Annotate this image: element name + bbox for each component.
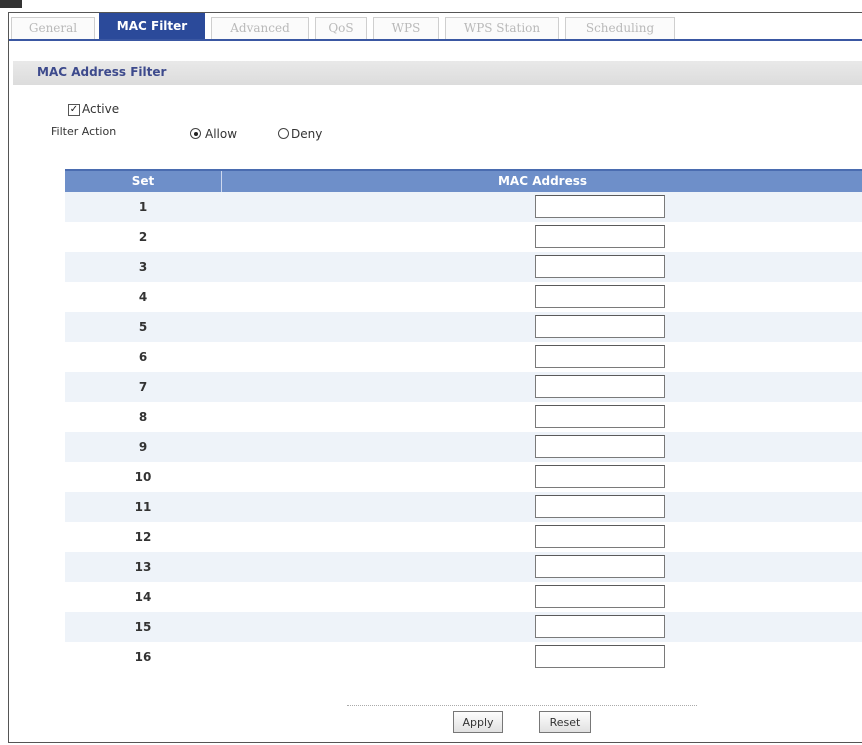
mac-address-input[interactable] [535, 345, 665, 368]
active-label: Active [82, 102, 120, 116]
set-number: 7 [138, 380, 148, 394]
table-row: 15 [65, 612, 862, 642]
figure-label-fragment [0, 0, 22, 8]
set-number: 10 [134, 470, 152, 484]
table-body: 1 2 3 4 5 6 7 8 9 10 11 12 13 14 15 16 [65, 192, 862, 672]
table-row: 10 [65, 462, 862, 492]
tab-mac-filter[interactable]: MAC Filter [99, 13, 205, 39]
tab-advanced[interactable]: Advanced [211, 17, 309, 39]
table-row: 16 [65, 642, 862, 672]
mac-address-input[interactable] [535, 495, 665, 518]
set-number: 4 [138, 290, 148, 304]
tab-bar: General MAC Filter Advanced QoS WPS WPS … [9, 13, 862, 41]
radio-selected-dot [193, 131, 198, 136]
column-header-mac-address: MAC Address [497, 174, 588, 188]
mac-address-input[interactable] [535, 615, 665, 638]
set-number: 5 [138, 320, 148, 334]
set-number: 12 [134, 530, 152, 544]
mac-address-input[interactable] [535, 405, 665, 428]
set-number: 13 [134, 560, 152, 574]
mac-address-input[interactable] [535, 375, 665, 398]
table-header: Set MAC Address [65, 169, 862, 192]
set-number: 1 [138, 200, 148, 214]
mac-address-input[interactable] [535, 225, 665, 248]
table-row: 5 [65, 312, 862, 342]
set-number: 8 [138, 410, 148, 424]
tab-qos[interactable]: QoS [315, 17, 367, 39]
mac-address-input[interactable] [535, 555, 665, 578]
table-row: 1 [65, 192, 862, 222]
mac-address-input[interactable] [535, 585, 665, 608]
allow-radio[interactable] [190, 128, 201, 139]
table-row: 4 [65, 282, 862, 312]
table-row: 2 [65, 222, 862, 252]
mac-address-input[interactable] [535, 525, 665, 548]
filter-action-label: Filter Action [51, 125, 117, 138]
mac-address-input[interactable] [535, 195, 665, 218]
mac-address-input[interactable] [535, 255, 665, 278]
mac-address-table: Set MAC Address 1 2 3 4 5 6 7 8 9 10 11 12 13 14 15 16 [65, 169, 862, 672]
tab-general[interactable]: General [11, 17, 95, 39]
deny-label: Deny [291, 127, 323, 141]
table-row: 8 [65, 402, 862, 432]
mac-address-input[interactable] [535, 435, 665, 458]
table-row: 7 [65, 372, 862, 402]
reset-button[interactable]: Reset [539, 711, 591, 733]
column-header-set: Set [131, 174, 155, 188]
mac-filter-panel: General MAC Filter Advanced QoS WPS WPS … [8, 12, 862, 743]
apply-button[interactable]: Apply [453, 711, 503, 733]
tab-wps[interactable]: WPS [373, 17, 439, 39]
table-row: 9 [65, 432, 862, 462]
tab-scheduling[interactable]: Scheduling [565, 17, 675, 39]
mac-address-input[interactable] [535, 465, 665, 488]
deny-radio[interactable] [278, 128, 289, 139]
table-row: 13 [65, 552, 862, 582]
tab-wps-station[interactable]: WPS Station [445, 17, 559, 39]
mac-address-input[interactable] [535, 285, 665, 308]
table-row: 14 [65, 582, 862, 612]
table-row: 3 [65, 252, 862, 282]
set-number: 16 [134, 650, 152, 664]
set-number: 11 [134, 500, 152, 514]
set-number: 14 [134, 590, 152, 604]
divider-line [347, 705, 697, 706]
section-title: MAC Address Filter [37, 65, 167, 79]
set-number: 15 [134, 620, 152, 634]
set-number: 6 [138, 350, 148, 364]
section-header: MAC Address Filter [13, 61, 862, 85]
active-checkbox[interactable]: ✓ [68, 104, 80, 116]
mac-address-input[interactable] [535, 315, 665, 338]
mac-address-input[interactable] [535, 645, 665, 668]
set-number: 2 [138, 230, 148, 244]
allow-label: Allow [205, 127, 238, 141]
table-row: 12 [65, 522, 862, 552]
table-row: 11 [65, 492, 862, 522]
set-number: 3 [138, 260, 148, 274]
set-number: 9 [138, 440, 148, 454]
table-row: 6 [65, 342, 862, 372]
